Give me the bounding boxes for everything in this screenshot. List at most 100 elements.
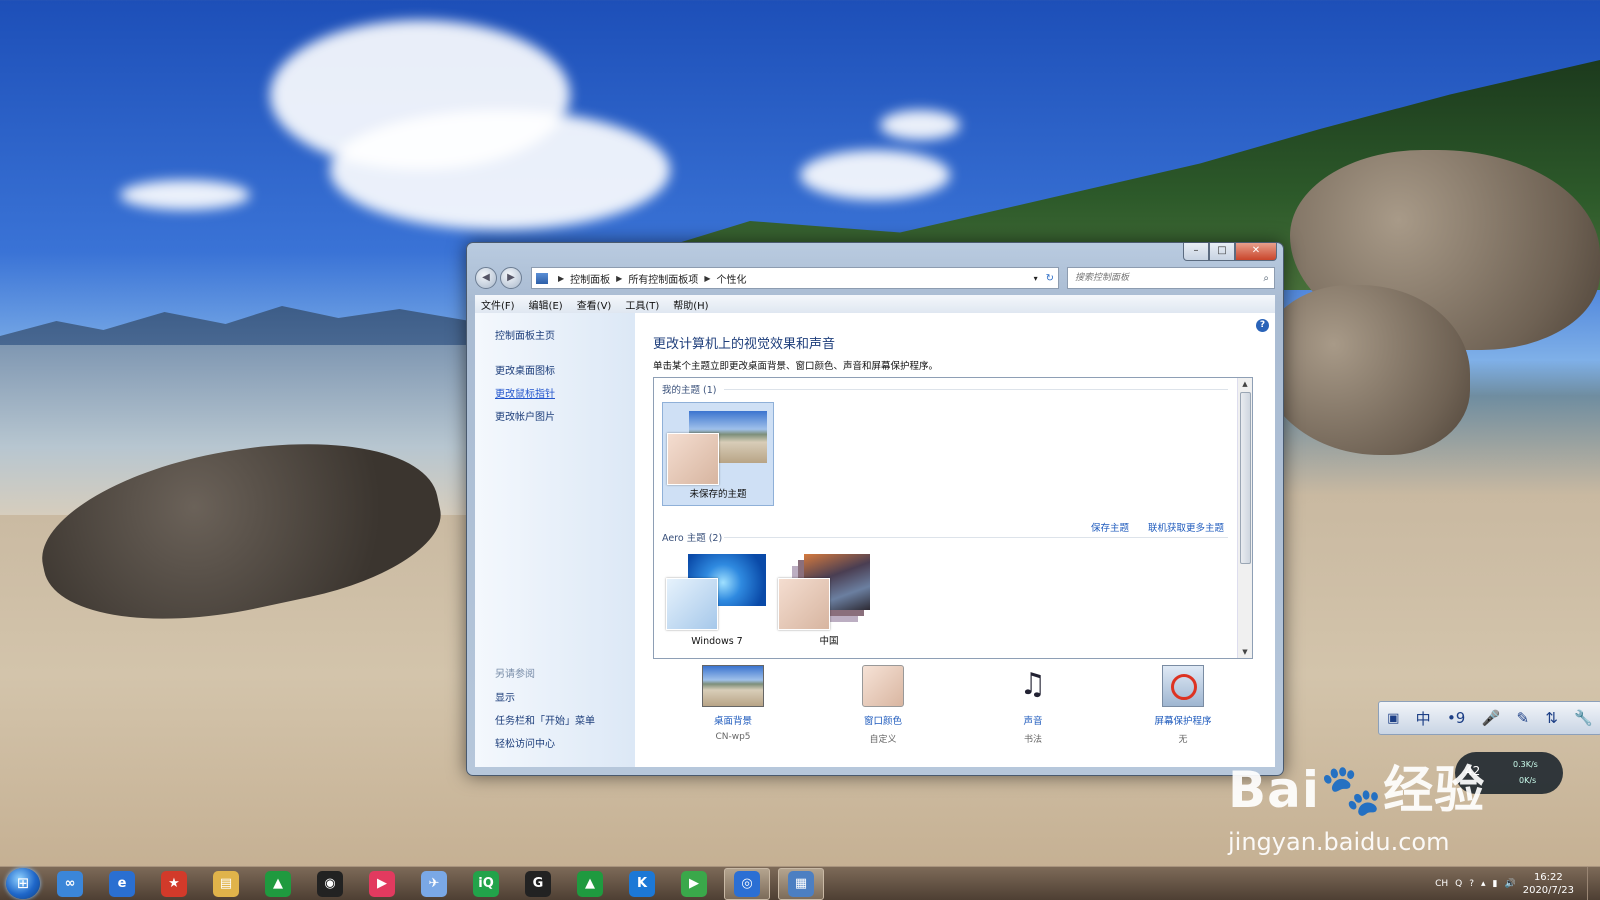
taskbar-item-party-app[interactable]: ★ bbox=[152, 869, 196, 899]
scroll-up-icon[interactable]: ▲ bbox=[1238, 378, 1252, 390]
scroll-down-icon[interactable]: ▼ bbox=[1238, 646, 1252, 658]
langbar-settings-icon[interactable]: ▣ bbox=[1387, 711, 1399, 726]
taskbar-item-bird-app[interactable]: ✈ bbox=[412, 869, 456, 899]
sidebar: 控制面板主页 更改桌面图标 更改鼠标指针 更改帐户图片 另请参阅 显示 任务栏和… bbox=[475, 313, 635, 767]
get-more-themes-link[interactable]: 联机获取更多主题 bbox=[1148, 523, 1224, 534]
tray-network-icon[interactable]: ▮ bbox=[1493, 879, 1498, 889]
theme-list-scrollbar[interactable]: ▲ ▼ bbox=[1237, 378, 1252, 658]
theme-china[interactable]: 中国 bbox=[774, 550, 884, 652]
taskbar-item-green-app[interactable]: ▲ bbox=[256, 869, 300, 899]
theme-unsaved[interactable]: 未保存的主题 bbox=[662, 402, 774, 506]
breadcrumb-control-panel[interactable]: 控制面板 bbox=[570, 271, 610, 286]
tray-help-icon[interactable]: ? bbox=[1469, 879, 1474, 889]
taskbar-item-green-app-2[interactable]: ▲ bbox=[568, 869, 612, 899]
langbar-tools-icon[interactable]: 🔧 bbox=[1574, 709, 1593, 727]
section-divider bbox=[724, 389, 1228, 390]
breadcrumb-all-items[interactable]: 所有控制面板项 bbox=[628, 271, 698, 286]
sidebar-link-taskbar-start-menu[interactable]: 任务栏和「开始」菜单 bbox=[495, 712, 595, 727]
taskbar-item-qq[interactable]: ◉ bbox=[308, 869, 352, 899]
tray-expand-icon[interactable]: ▴ bbox=[1481, 879, 1486, 889]
search-input[interactable] bbox=[1073, 272, 1264, 284]
browser-icon: ◎ bbox=[734, 870, 760, 897]
sidebar-link-display[interactable]: 显示 bbox=[495, 689, 595, 704]
see-also-section: 另请参阅 显示 任务栏和「开始」菜单 轻松访问中心 bbox=[475, 665, 595, 758]
sidebar-link-ease-of-access[interactable]: 轻松访问中心 bbox=[495, 735, 595, 750]
screensaver-label[interactable]: 屏幕保护程序 bbox=[1113, 713, 1253, 727]
sidebar-link-account-picture[interactable]: 更改帐户图片 bbox=[495, 408, 635, 423]
taskbar-item-browser[interactable]: ◎ bbox=[724, 867, 770, 900]
address-bar[interactable]: ▶ 控制面板 ▶ 所有控制面板项 ▶ 个性化 ▾ ↻ bbox=[531, 267, 1059, 289]
taskbar-item-g-app[interactable]: G bbox=[516, 869, 560, 899]
screensaver-icon bbox=[1162, 665, 1204, 707]
desktop-background-label[interactable]: 桌面背景 bbox=[663, 713, 803, 727]
address-dropdown-icon[interactable]: ▾ bbox=[1034, 274, 1038, 283]
taskbar-item-iqiyi[interactable]: iQ bbox=[464, 869, 508, 899]
menu-tools[interactable]: 工具(T) bbox=[625, 297, 659, 312]
control-panel-icon bbox=[536, 272, 548, 284]
sidebar-link-desktop-icons[interactable]: 更改桌面图标 bbox=[495, 362, 635, 377]
personalization-window: – □ ✕ ◀ ▶ ▶ 控制面板 ▶ 所有控制面板项 ▶ 个性化 ▾ ↻ ⌕ 文… bbox=[466, 242, 1284, 776]
tray-input-language[interactable]: CH bbox=[1435, 879, 1448, 889]
page-description: 单击某个主题立即更改桌面背景、窗口颜色、声音和屏幕保护程序。 bbox=[653, 361, 939, 372]
show-desktop-button[interactable] bbox=[1587, 867, 1600, 900]
langbar-punctuation-icon[interactable]: •9 bbox=[1447, 709, 1465, 727]
taskbar-item-player[interactable]: ▶ bbox=[672, 869, 716, 899]
theme-list: 我的主题 (1) 未保存的主题 保存主题 联机获取更多主题 Aero 主题 (2… bbox=[653, 377, 1253, 659]
minimize-button[interactable]: – bbox=[1183, 243, 1209, 261]
langbar-handwriting-icon[interactable]: ✎ bbox=[1517, 709, 1530, 727]
save-theme-link[interactable]: 保存主题 bbox=[1091, 523, 1129, 534]
refresh-icon[interactable]: ↻ bbox=[1046, 273, 1054, 284]
taskbar-item-file-explorer[interactable]: ▤ bbox=[204, 869, 248, 899]
menu-view[interactable]: 查看(V) bbox=[577, 297, 612, 312]
desktop-background-value: CN-wp5 bbox=[715, 732, 751, 742]
menu-edit[interactable]: 编辑(E) bbox=[529, 297, 563, 312]
sidebar-link-control-panel-home[interactable]: 控制面板主页 bbox=[495, 327, 635, 342]
taskbar-item-youku[interactable]: ▶ bbox=[360, 869, 404, 899]
theme-windows7[interactable]: Windows 7 bbox=[662, 550, 772, 652]
tray-volume-icon[interactable]: 🔊 bbox=[1505, 879, 1516, 889]
language-bar: ▣ 中 •9 🎤 ✎ ⇅ 🔧 bbox=[1378, 701, 1600, 735]
green-app-2-icon: ▲ bbox=[577, 870, 603, 897]
screensaver-value: 无 bbox=[1178, 735, 1188, 745]
langbar-chinese-mode[interactable]: 中 bbox=[1416, 708, 1431, 729]
window-color-item[interactable]: 窗口颜色 自定义 bbox=[813, 665, 953, 745]
sound-item[interactable]: ♫ 声音 书法 bbox=[963, 665, 1103, 745]
iqiyi-icon: iQ bbox=[473, 870, 499, 897]
taskbar-apps: ∞ e ★ ▤ ▲ ◉ ▶ ✈ iQ G ▲ K ▶ ◎ ▦ bbox=[48, 867, 832, 900]
search-icon[interactable]: ⌕ bbox=[1263, 273, 1269, 284]
see-also-heading: 另请参阅 bbox=[495, 669, 535, 680]
menu-bar: 文件(F) 编辑(E) 查看(V) 工具(T) 帮助(H) bbox=[475, 295, 1275, 313]
start-button[interactable]: ⊞ bbox=[6, 868, 40, 899]
sound-label[interactable]: 声音 bbox=[963, 713, 1103, 727]
help-icon[interactable]: ? bbox=[1256, 319, 1269, 332]
screensaver-item[interactable]: 屏幕保护程序 无 bbox=[1113, 665, 1253, 745]
tray-qq-icon[interactable]: Q bbox=[1455, 879, 1462, 889]
sound-value: 书法 bbox=[1023, 735, 1042, 745]
window-color-label[interactable]: 窗口颜色 bbox=[813, 713, 953, 727]
netmon-upload: 0.3K/s bbox=[1513, 760, 1538, 769]
taskbar-item-control-panel[interactable]: ▦ bbox=[778, 867, 824, 900]
taskbar: ⊞ ∞ e ★ ▤ ▲ ◉ ▶ ✈ iQ G ▲ K ▶ ◎ ▦ CH Q ? ▴ ▮ 🔊 16:22 20… bbox=[0, 866, 1600, 900]
clock[interactable]: 16:22 2020/7/23 bbox=[1523, 871, 1574, 897]
window-controls: – □ ✕ bbox=[1183, 243, 1277, 261]
sidebar-link-mouse-pointers[interactable]: 更改鼠标指针 bbox=[495, 385, 635, 400]
my-themes-label: 我的主题 (1) bbox=[662, 385, 717, 396]
langbar-switch-icon[interactable]: ⇅ bbox=[1545, 709, 1558, 727]
close-button[interactable]: ✕ bbox=[1235, 243, 1277, 261]
maximize-button[interactable]: □ bbox=[1209, 243, 1235, 261]
menu-file[interactable]: 文件(F) bbox=[481, 297, 515, 312]
taskbar-item-baidu-netdisk[interactable]: ∞ bbox=[48, 869, 92, 899]
desktop-background-icon bbox=[702, 665, 764, 707]
taskbar-item-internet-explorer[interactable]: e bbox=[100, 869, 144, 899]
window-color-icon bbox=[862, 665, 904, 707]
back-button[interactable]: ◀ bbox=[475, 267, 497, 289]
taskbar-item-kugou[interactable]: K bbox=[620, 869, 664, 899]
scrollbar-thumb[interactable] bbox=[1240, 392, 1251, 564]
breadcrumb-arrow-icon: ▶ bbox=[558, 273, 565, 283]
menu-help[interactable]: 帮助(H) bbox=[673, 297, 708, 312]
internet-explorer-icon: e bbox=[109, 870, 135, 897]
langbar-mic-icon[interactable]: 🎤 bbox=[1482, 709, 1501, 727]
desktop-background-item[interactable]: 桌面背景 CN-wp5 bbox=[663, 665, 803, 742]
forward-button[interactable]: ▶ bbox=[500, 267, 522, 289]
breadcrumb-personalization[interactable]: 个性化 bbox=[716, 271, 746, 286]
